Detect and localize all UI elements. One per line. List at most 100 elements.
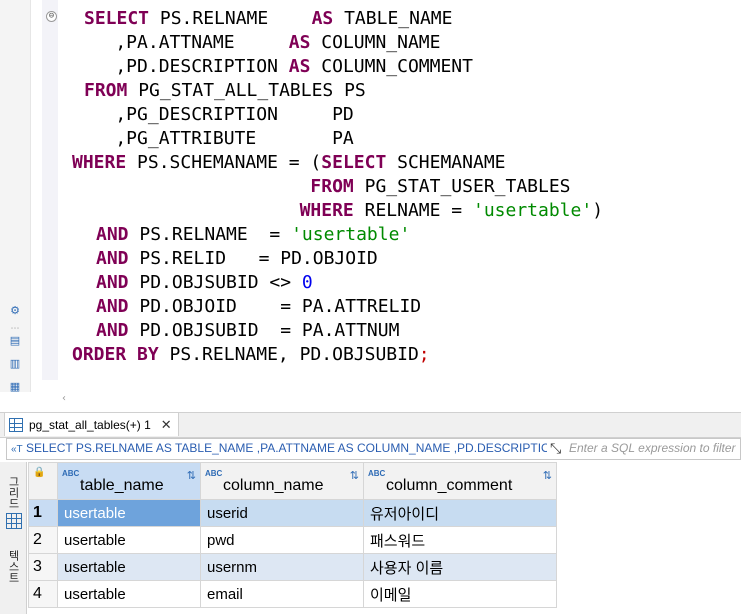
result-tab-bar: pg_stat_all_tables(+) 1 ✕ — [0, 412, 741, 438]
cell-column-comment[interactable]: 유저아이디 — [363, 499, 557, 527]
sql-token: ) — [592, 200, 604, 221]
sql-keyword: SELECT — [321, 152, 398, 173]
sql-keyword: FROM — [310, 176, 365, 197]
expand-icon[interactable]: ⤡ — [550, 440, 561, 457]
grid-header-row: 🔒 ABC table_name ⇅ ABC column_name ⇅ ABC… — [28, 462, 557, 500]
cell-column-name[interactable]: pwd — [200, 526, 364, 554]
cell-table-name[interactable]: usertable — [57, 499, 201, 527]
close-tab-icon[interactable]: ✕ — [161, 417, 172, 433]
column-header-column-name[interactable]: ABC column_name ⇅ — [200, 462, 364, 500]
table-row[interactable]: 2 usertable pwd 패스워드 — [28, 526, 557, 554]
editor-gutter: ⚙ ⋯ ▤ ▥ ▦ — [0, 0, 31, 394]
sql-number: 0 — [301, 272, 313, 293]
sql-editor[interactable]: ⚙ ⋯ ▤ ▥ ▦ ⊖ SELECT PS.RELNAME AS TABLE_N… — [0, 0, 741, 404]
cell-column-name[interactable]: email — [200, 580, 364, 608]
sql-keyword: AS — [288, 56, 322, 77]
code-line[interactable]: ,PG_ATTRIBUTE PA — [72, 127, 603, 151]
sql-keyword: FROM — [84, 80, 139, 101]
sql-token: ; — [418, 344, 430, 365]
sql-token: TABLE_NAME — [344, 8, 453, 29]
sql-token: ,PG_ATTRIBUTE PA — [72, 128, 354, 149]
cell-column-comment[interactable]: 이메일 — [363, 580, 557, 608]
code-line[interactable]: ,PG_DESCRIPTION PD — [72, 103, 603, 127]
query-text-value: SELECT PS.RELNAME AS TABLE_NAME ,PA.ATTN… — [26, 441, 547, 455]
cell-column-comment[interactable]: 패스워드 — [363, 526, 557, 554]
sql-keyword: AND — [96, 272, 140, 293]
sql-token: COLUMN_NAME — [321, 32, 441, 53]
sql-token: PG_STAT_USER_TABLES — [364, 176, 571, 197]
code-line[interactable]: FROM PG_STAT_ALL_TABLES PS — [72, 79, 603, 103]
row-number[interactable]: 1 — [28, 499, 58, 527]
table-icon — [9, 417, 23, 432]
sql-token: PS.RELNAME — [159, 8, 312, 29]
code-line[interactable]: AND PD.OBJSUBID = PA.ATTNUM — [72, 319, 603, 343]
code-line[interactable]: WHERE RELNAME = 'usertable') — [72, 199, 603, 223]
row-number[interactable]: 2 — [28, 526, 58, 554]
code-line[interactable]: AND PS.RELNAME = 'usertable' — [72, 223, 603, 247]
column-header-table-name[interactable]: ABC table_name ⇅ — [57, 462, 201, 500]
sort-filter-icon[interactable]: ⇅ — [543, 469, 552, 482]
cell-table-name[interactable]: usertable — [57, 580, 201, 608]
code-line[interactable]: AND PD.OBJSUBID <> 0 — [72, 271, 603, 295]
filter-bar: «Τ SELECT PS.RELNAME AS TABLE_NAME ,PA.A… — [6, 438, 741, 460]
grid-icon[interactable] — [6, 513, 22, 529]
tab-grid-view[interactable]: 그리드 — [5, 476, 21, 509]
sql-token: PS.RELNAME = — [139, 224, 292, 245]
cell-table-name[interactable]: usertable — [57, 553, 201, 581]
sql-token: PD.OBJOID = PA.ATTRELID — [139, 296, 422, 317]
code-line[interactable]: WHERE PS.SCHEMANAME = (SELECT SCHEMANAME — [72, 151, 603, 175]
sql-code[interactable]: SELECT PS.RELNAME AS TABLE_NAME ,PA.ATTN… — [72, 7, 603, 367]
export-icon[interactable]: ▦ — [8, 380, 22, 394]
cell-table-name[interactable]: usertable — [57, 526, 201, 554]
sql-keyword: SELECT — [84, 8, 160, 29]
row-number[interactable]: 4 — [28, 580, 58, 608]
sql-keyword: WHERE — [72, 152, 138, 173]
cell-column-name[interactable]: userid — [200, 499, 364, 527]
sql-query-icon: «Τ — [11, 444, 23, 455]
text-type-icon: ABC — [205, 469, 223, 478]
cell-column-comment[interactable]: 사용자 이름 — [363, 553, 557, 581]
sql-token: PD.OBJSUBID <> — [139, 272, 302, 293]
sql-token: PD.OBJSUBID = PA.ATTNUM — [139, 320, 400, 341]
sql-token: ,PA.ATTNAME — [72, 32, 289, 53]
sort-filter-icon[interactable]: ⇅ — [350, 469, 359, 482]
cell-column-name[interactable]: usernm — [200, 553, 364, 581]
query-text: «Τ SELECT PS.RELNAME AS TABLE_NAME ,PA.A… — [11, 441, 547, 455]
row-number[interactable]: 3 — [28, 553, 58, 581]
sql-keyword: AND — [96, 320, 140, 341]
code-line[interactable]: AND PS.RELID = PD.OBJOID — [72, 247, 603, 271]
settings-gear-icon[interactable]: ⚙ — [8, 304, 22, 318]
code-line[interactable]: FROM PG_STAT_USER_TABLES — [72, 175, 603, 199]
sql-keyword: ORDER BY — [72, 344, 170, 365]
sql-token: PS.RELNAME, PD.OBJSUBID — [169, 344, 419, 365]
sql-string: 'usertable' — [472, 200, 593, 221]
result-grid[interactable]: 🔒 ABC table_name ⇅ ABC column_name ⇅ ABC… — [28, 462, 557, 608]
sql-keyword: AS — [311, 8, 345, 29]
sql-keyword: AS — [288, 32, 322, 53]
column-header-column-comment[interactable]: ABC column_comment ⇅ — [363, 462, 557, 500]
explain-plan-icon[interactable]: ▥ — [8, 357, 22, 371]
table-row[interactable]: 1 usertable userid 유저아이디 — [28, 499, 557, 527]
tab-text-view[interactable]: 텍스트 — [5, 550, 21, 583]
fold-gutter — [42, 0, 58, 380]
text-type-icon: ABC — [62, 469, 80, 478]
code-line[interactable]: SELECT PS.RELNAME AS TABLE_NAME — [72, 7, 603, 31]
table-row[interactable]: 3 usertable usernm 사용자 이름 — [28, 553, 557, 581]
code-line[interactable]: ORDER BY PS.RELNAME, PD.OBJSUBID; — [72, 343, 603, 367]
sql-token: RELNAME = — [364, 200, 473, 221]
row-number-header[interactable]: 🔒 — [28, 462, 58, 500]
execute-script-icon[interactable]: ▤ — [8, 334, 22, 348]
sort-filter-icon[interactable]: ⇅ — [187, 469, 196, 482]
sql-keyword: AND — [96, 296, 140, 317]
code-line[interactable]: AND PD.OBJOID = PA.ATTRELID — [72, 295, 603, 319]
filter-input[interactable] — [569, 440, 739, 456]
sql-token: PS.SCHEMANAME = ( — [137, 152, 322, 173]
scroll-left-arrow-icon[interactable]: ‹ — [62, 393, 66, 404]
sql-token: ,PG_DESCRIPTION PD — [72, 104, 354, 125]
tab-result[interactable]: pg_stat_all_tables(+) 1 ✕ — [4, 413, 179, 436]
code-line[interactable]: ,PA.ATTNAME AS COLUMN_NAME — [72, 31, 603, 55]
sql-keyword: AND — [96, 224, 140, 245]
fold-collapse-icon[interactable]: ⊖ — [46, 11, 57, 22]
table-row[interactable]: 4 usertable email 이메일 — [28, 580, 557, 608]
code-line[interactable]: ,PD.DESCRIPTION AS COLUMN_COMMENT — [72, 55, 603, 79]
